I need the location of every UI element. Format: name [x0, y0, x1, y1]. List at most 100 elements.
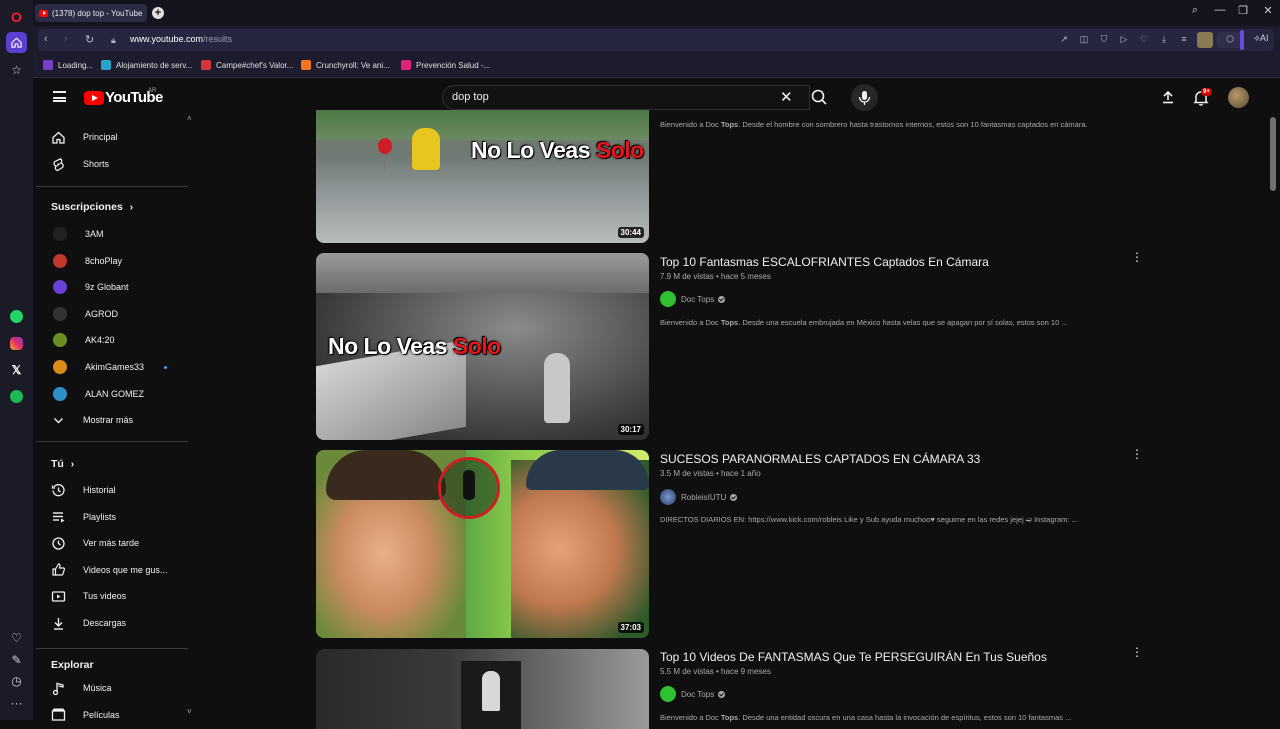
bookmark-item[interactable]: Crunchyroll: Ve ani...	[301, 60, 390, 70]
share-icon[interactable]: ↗	[1057, 34, 1071, 45]
channel-link[interactable]: Doc Tops	[660, 291, 726, 307]
sidebar-item-your-videos[interactable]: Tus videos	[51, 586, 126, 606]
sidebar-item-movies[interactable]: Películas	[51, 705, 120, 725]
wall-area	[316, 253, 649, 293]
player-icon[interactable]: ▷	[1117, 34, 1131, 45]
x-twitter-icon[interactable]: 𝕏	[6, 359, 27, 380]
reload-icon[interactable]: ↻	[85, 33, 94, 46]
overlay-white-text: No Lo Veas	[471, 137, 596, 163]
overlay-red-text: Solo	[452, 333, 501, 359]
bookmark-item[interactable]: Prevención Salud -...	[401, 60, 490, 70]
you-heading[interactable]: Tú ›	[51, 458, 74, 470]
channel-avatar[interactable]	[660, 291, 676, 307]
sidebar-item-download[interactable]: Descargas	[51, 613, 126, 633]
country-code: AR	[148, 88, 157, 94]
search-tabs-icon[interactable]: ⌕	[1187, 4, 1203, 17]
channel-link[interactable]: Doc Tops	[660, 686, 726, 702]
subscriptions-heading[interactable]: Suscripciones ›	[51, 201, 133, 213]
close-window-button[interactable]: ✕	[1260, 4, 1276, 17]
bookmark-item[interactable]: Alojamiento de serv...	[101, 60, 192, 70]
spotify-icon[interactable]	[6, 386, 27, 407]
sidebar-item-label: Historial	[83, 485, 116, 495]
sidebar-item-label: Tus videos	[83, 591, 127, 602]
edit-icon[interactable]: ✎	[6, 649, 27, 670]
bookmark-item[interactable]: Campe#chef's Valor...	[201, 60, 293, 70]
video-title[interactable]: SUCESOS PARANORMALES CAPTADOS EN CÁMARA …	[660, 452, 980, 466]
more-actions-icon[interactable]: ⋮	[1131, 251, 1143, 263]
bookmark-item[interactable]: Loading...	[43, 60, 93, 70]
more-actions-icon[interactable]: ⋮	[1131, 448, 1143, 460]
clock-icon[interactable]: ◷	[6, 670, 27, 691]
heart-icon[interactable]: ♡	[6, 627, 27, 648]
forward-icon[interactable]: ›	[64, 33, 68, 45]
guide-menu-icon[interactable]	[53, 91, 66, 102]
sidebar-item-like[interactable]: Videos que me gus...	[51, 560, 167, 580]
sidebar-item-playlists[interactable]: Playlists	[51, 507, 116, 527]
sidebar-item-shorts[interactable]: Shorts	[51, 154, 109, 174]
ai-button[interactable]: ⟡AI	[1254, 33, 1268, 44]
subscription-item[interactable]: AkimGames33	[51, 357, 168, 377]
microphone-icon	[858, 91, 871, 105]
profile-thumb[interactable]	[1197, 32, 1213, 48]
bookmark-label: Campe#chef's Valor...	[216, 60, 294, 70]
channel-avatar[interactable]	[660, 489, 676, 505]
video-title[interactable]: Top 10 Videos De FANTASMAS Que Te PERSEG…	[660, 650, 1047, 664]
more-icon[interactable]: ···	[6, 692, 27, 713]
downloads-icon[interactable]: ⤓	[1157, 34, 1171, 45]
new-tab-button[interactable]: +	[152, 7, 164, 19]
scroll-up-arrow-icon[interactable]: ˄	[187, 114, 192, 123]
account-avatar[interactable]	[1228, 87, 1249, 108]
clear-search-icon[interactable]: ✕	[780, 88, 793, 106]
video-thumbnail[interactable]	[316, 649, 649, 729]
sidebar-item-principal[interactable]: Principal	[51, 127, 118, 147]
subscription-item[interactable]: AK4:20	[51, 330, 115, 350]
heart-outline-icon[interactable]: ♡	[1137, 34, 1151, 45]
video-thumbnail[interactable]: 37:03	[316, 450, 649, 638]
channel-avatar[interactable]	[660, 686, 676, 702]
upload-icon[interactable]	[1160, 89, 1176, 110]
voice-search-button[interactable]	[851, 84, 878, 111]
instagram-icon[interactable]	[6, 333, 27, 354]
thumbnail-overlay-text: No Lo Veas Solo	[328, 333, 501, 360]
show-more-button[interactable]: Mostrar más	[51, 410, 133, 430]
subscription-item[interactable]: 8choPlay	[51, 251, 122, 271]
sidebar-item-music[interactable]: Música	[51, 678, 112, 698]
subscription-item[interactable]: ALAN GOMEZ	[51, 384, 144, 404]
back-icon[interactable]: ‹	[44, 33, 48, 45]
channel-link[interactable]: RobleisIUTU	[660, 489, 738, 505]
whatsapp-icon[interactable]	[6, 306, 27, 327]
youtube-logo-icon[interactable]	[84, 91, 104, 105]
scroll-down-arrow-icon[interactable]: ˅	[187, 707, 192, 716]
video-thumbnail[interactable]: No Lo Veas Solo 30:17	[316, 253, 649, 440]
restore-button[interactable]: ❐	[1235, 4, 1251, 17]
video-title[interactable]: Top 10 Fantasmas ESCALOFRIANTES Captados…	[660, 255, 989, 269]
sidebar-item-label: Ver más tarde	[83, 538, 140, 549]
subscription-item[interactable]: 9z Globant	[51, 277, 129, 297]
subscription-item[interactable]: AGROD	[51, 304, 118, 324]
subscription-label: AK4:20	[85, 335, 115, 346]
search-input[interactable]	[442, 85, 810, 110]
subscription-label: 3AM	[85, 229, 104, 239]
snapshot-icon[interactable]: ◫	[1077, 34, 1091, 45]
shield-icon[interactable]: ⛉	[1097, 34, 1111, 45]
home-icon[interactable]	[6, 32, 27, 53]
sidebar-item-watch-later[interactable]: Ver más tarde	[51, 533, 139, 553]
page-scrollbar[interactable]	[1270, 117, 1276, 191]
url-text[interactable]: www.youtube.com/results	[130, 34, 232, 44]
star-icon[interactable]: ☆	[6, 59, 27, 80]
channel-name[interactable]: Doc Tops	[681, 295, 714, 304]
search-query-text[interactable]: dop top	[452, 91, 489, 103]
channel-name[interactable]: Doc Tops	[681, 690, 714, 699]
opera-logo-icon[interactable]: O	[6, 6, 27, 27]
search-button[interactable]	[806, 85, 842, 110]
channel-name[interactable]: RobleisIUTU	[681, 493, 726, 502]
menu-icon[interactable]: ≡	[1177, 34, 1191, 44]
lock-icon[interactable]: 🔒︎	[111, 35, 116, 46]
minimize-button[interactable]: —	[1212, 4, 1228, 16]
video-thumbnail[interactable]: No Lo Veas Solo 30:44	[316, 110, 649, 243]
active-tab[interactable]: (1378) dop top - YouTube	[35, 4, 147, 22]
subscription-item[interactable]: 3AM	[51, 224, 104, 244]
more-actions-icon[interactable]: ⋮	[1131, 646, 1143, 658]
like-icon	[51, 562, 66, 577]
sidebar-item-history[interactable]: Historial	[51, 480, 116, 500]
